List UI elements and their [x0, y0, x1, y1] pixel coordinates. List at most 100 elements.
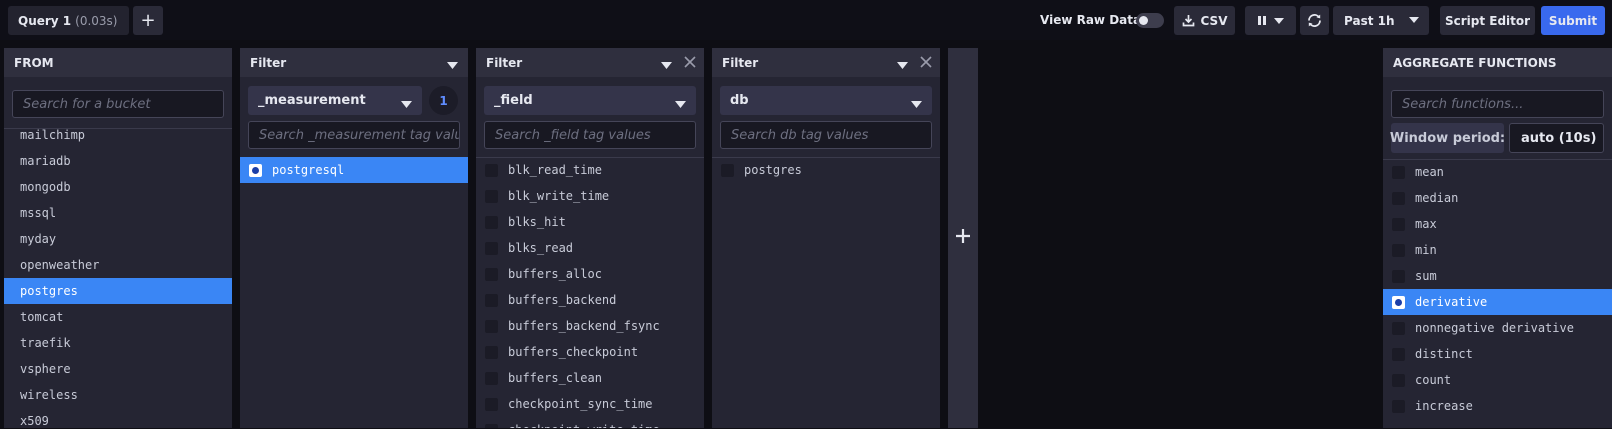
query-tab[interactable]: Query 1 (0.03s) — [8, 6, 129, 35]
db-search-placeholder: Search db tag values — [731, 127, 869, 143]
checkbox-icon[interactable] — [485, 215, 498, 229]
close-icon[interactable] — [920, 56, 932, 71]
list-item-postgres[interactable]: postgres — [4, 278, 232, 304]
list-item-postgresql[interactable]: postgresql — [240, 157, 468, 183]
checkbox-icon[interactable] — [1392, 243, 1405, 257]
checkbox-icon[interactable] — [1392, 217, 1405, 231]
chevron-down-icon[interactable] — [447, 58, 458, 72]
checkbox-icon[interactable] — [485, 397, 498, 411]
add-query-button[interactable]: + — [133, 6, 163, 35]
measurement-search-input[interactable]: Search _measurement tag values — [248, 121, 460, 149]
checkbox-icon[interactable] — [1392, 347, 1405, 361]
field-value-list: blk_read_time blk_write_time blks_hit blks_… — [476, 157, 704, 428]
list-item-mssql[interactable]: mssql — [4, 200, 232, 226]
csv-download-button[interactable]: CSV — [1174, 6, 1235, 35]
checkbox-icon[interactable] — [485, 371, 498, 385]
checkbox-icon[interactable] — [721, 163, 734, 177]
checked-checkbox-icon[interactable] — [1392, 295, 1405, 309]
list-item-min[interactable]: min — [1383, 237, 1612, 263]
field-key-dropdown[interactable]: _field — [484, 86, 696, 115]
filter-header[interactable]: Filter — [476, 48, 704, 77]
checkbox-icon[interactable] — [485, 189, 498, 203]
checkbox-icon[interactable] — [1392, 269, 1405, 283]
checkbox-icon[interactable] — [485, 345, 498, 359]
list-item-buffers-clean[interactable]: buffers_clean — [476, 365, 704, 391]
list-item-label: buffers_checkpoint — [508, 345, 639, 359]
checked-checkbox-icon[interactable] — [249, 163, 262, 177]
measurement-key-value: _measurement — [258, 93, 366, 108]
filter-header[interactable]: Filter — [240, 48, 468, 77]
checkbox-icon[interactable] — [485, 423, 498, 428]
checkbox-icon[interactable] — [1392, 399, 1405, 413]
list-item-mailchimp[interactable]: mailchimp — [4, 122, 232, 148]
bucket-search-input[interactable]: Search for a bucket — [12, 90, 224, 118]
list-item-x509[interactable]: x509 — [4, 408, 232, 428]
list-item-median[interactable]: median — [1383, 185, 1612, 211]
refresh-button[interactable] — [1300, 6, 1329, 35]
list-item-traefik[interactable]: traefik — [4, 330, 232, 356]
checkbox-icon[interactable] — [1392, 321, 1405, 335]
list-item-label: checkpoint_write_time — [508, 423, 660, 428]
list-item-distinct[interactable]: distinct — [1383, 341, 1612, 367]
list-item-label: buffers_alloc — [508, 267, 602, 281]
db-search-input[interactable]: Search db tag values — [720, 121, 932, 149]
chevron-down-icon[interactable] — [661, 58, 672, 72]
pause-autorefresh-dropdown[interactable] — [1245, 6, 1296, 35]
script-editor-button[interactable]: Script Editor — [1440, 6, 1535, 35]
field-search-input[interactable]: Search _field tag values — [484, 121, 696, 149]
list-item-buffers-backend[interactable]: buffers_backend — [476, 287, 704, 313]
list-item-max[interactable]: max — [1383, 211, 1612, 237]
chevron-down-icon[interactable] — [897, 58, 908, 72]
db-key-dropdown[interactable]: db — [720, 86, 932, 115]
list-item-blk-write-time[interactable]: blk_write_time — [476, 183, 704, 209]
add-filter-button[interactable] — [948, 48, 978, 428]
list-item-increase[interactable]: increase — [1383, 393, 1612, 419]
list-item-postgres[interactable]: postgres — [712, 157, 940, 183]
list-item-derivative[interactable]: derivative — [1383, 289, 1612, 315]
script-editor-label: Script Editor — [1444, 13, 1531, 28]
checkbox-icon[interactable] — [1392, 373, 1405, 387]
list-item-checkpoint-write-time[interactable]: checkpoint_write_time — [476, 417, 704, 428]
list-item-blks-read[interactable]: blks_read — [476, 235, 704, 261]
submit-button[interactable]: Submit — [1541, 6, 1605, 35]
list-item-sum[interactable]: sum — [1383, 263, 1612, 289]
time-range-dropdown[interactable]: Past 1h — [1333, 6, 1429, 35]
list-item-nonnegative-derivative[interactable]: nonnegative derivative — [1383, 315, 1612, 341]
list-item-mariadb[interactable]: mariadb — [4, 148, 232, 174]
chevron-down-icon — [675, 97, 686, 112]
list-item-myday[interactable]: myday — [4, 226, 232, 252]
download-icon — [1182, 14, 1195, 27]
list-item-vsphere[interactable]: vsphere — [4, 356, 232, 382]
list-item-mean[interactable]: mean — [1383, 159, 1612, 185]
list-item-label: buffers_backend_fsync — [508, 319, 660, 333]
list-item-buffers-backend-fsync[interactable]: buffers_backend_fsync — [476, 313, 704, 339]
window-period-input[interactable]: auto (10s) — [1509, 123, 1604, 153]
list-item-wireless[interactable]: wireless — [4, 382, 232, 408]
refresh-icon — [1306, 12, 1323, 29]
checkbox-icon[interactable] — [485, 241, 498, 255]
list-item-openweather[interactable]: openweather — [4, 252, 232, 278]
list-item-blk-read-time[interactable]: blk_read_time — [476, 157, 704, 183]
checkbox-icon[interactable] — [485, 319, 498, 333]
list-item-label: mean — [1415, 165, 1444, 179]
list-item-mongodb[interactable]: mongodb — [4, 174, 232, 200]
checkbox-icon[interactable] — [1392, 165, 1405, 179]
list-item-blks-hit[interactable]: blks_hit — [476, 209, 704, 235]
list-item-label: distinct — [1415, 347, 1473, 361]
function-search-input[interactable]: Search functions... — [1391, 90, 1604, 118]
list-item-buffers-checkpoint[interactable]: buffers_checkpoint — [476, 339, 704, 365]
measurement-key-dropdown[interactable]: _measurement — [248, 86, 422, 115]
list-item-checkpoint-sync-time[interactable]: checkpoint_sync_time — [476, 391, 704, 417]
list-item-tomcat[interactable]: tomcat — [4, 304, 232, 330]
checkbox-icon[interactable] — [485, 293, 498, 307]
list-item-label: buffers_clean — [508, 371, 602, 385]
checkbox-icon[interactable] — [1392, 191, 1405, 205]
measurement-search-placeholder: Search _measurement tag values — [259, 127, 460, 143]
checkbox-icon[interactable] — [485, 267, 498, 281]
list-item-buffers-alloc[interactable]: buffers_alloc — [476, 261, 704, 287]
checkbox-icon[interactable] — [485, 163, 498, 177]
close-icon[interactable] — [684, 56, 696, 71]
filter-header[interactable]: Filter — [712, 48, 940, 77]
list-item-count[interactable]: count — [1383, 367, 1612, 393]
view-raw-data-toggle[interactable] — [1136, 13, 1164, 28]
